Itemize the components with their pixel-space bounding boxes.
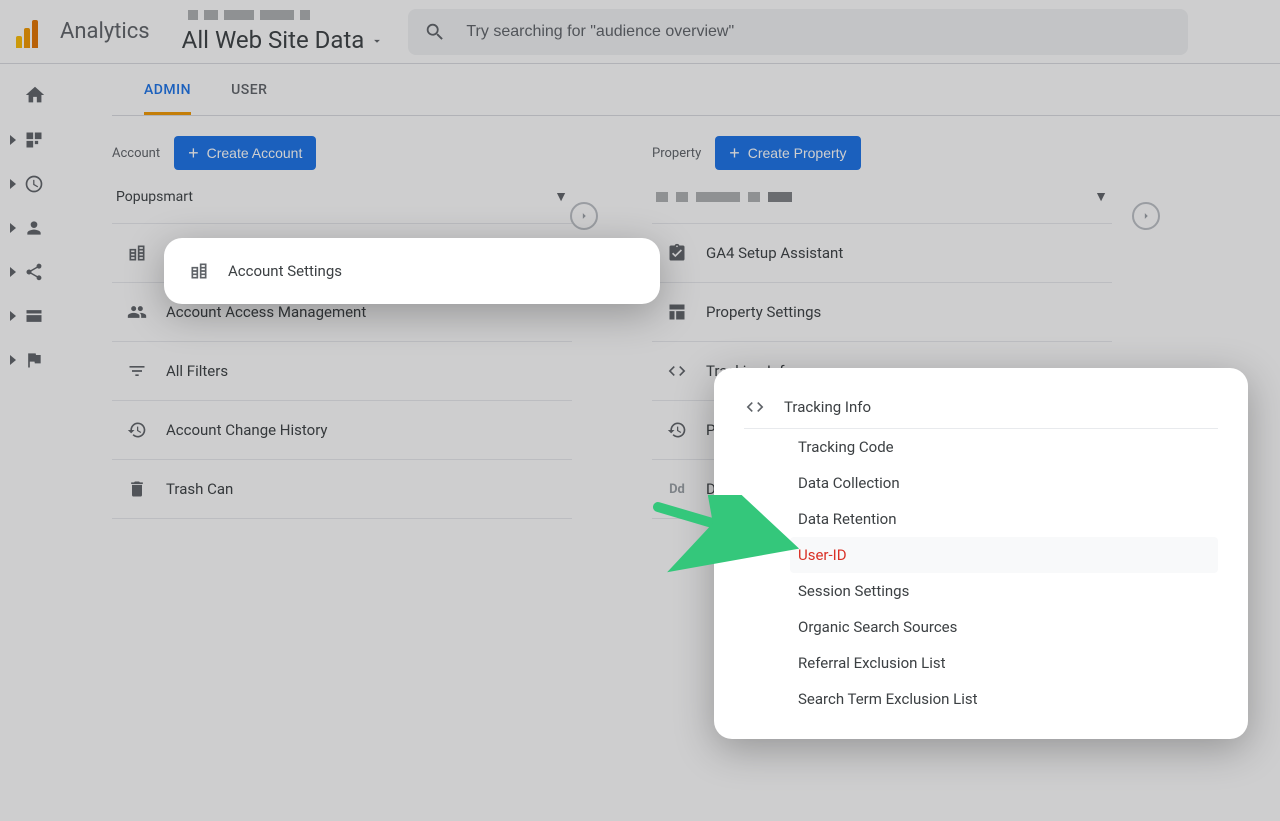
tracking-submenu: Tracking Code Data Collection Data Reten…: [744, 429, 1218, 717]
account-settings-label: Account Settings: [228, 262, 342, 280]
account-settings-item-highlight[interactable]: Account Settings: [164, 238, 660, 304]
sub-tracking-code[interactable]: Tracking Code: [790, 429, 1218, 465]
sub-search-term-exclusion[interactable]: Search Term Exclusion List: [790, 681, 1218, 717]
tracking-info-item-highlight[interactable]: Tracking Info: [744, 382, 1218, 429]
sub-data-retention[interactable]: Data Retention: [790, 501, 1218, 537]
highlight-account-settings: Account Settings: [164, 238, 660, 304]
building-icon: [188, 260, 210, 282]
sub-organic-search[interactable]: Organic Search Sources: [790, 609, 1218, 645]
sub-user-id[interactable]: User-ID: [790, 537, 1218, 573]
highlight-tracking-info: Tracking Info Tracking Code Data Collect…: [714, 368, 1248, 739]
code-icon: [744, 396, 766, 418]
sub-session-settings[interactable]: Session Settings: [790, 573, 1218, 609]
sub-data-collection[interactable]: Data Collection: [790, 465, 1218, 501]
sub-referral-exclusion[interactable]: Referral Exclusion List: [790, 645, 1218, 681]
tracking-info-label: Tracking Info: [784, 398, 871, 416]
